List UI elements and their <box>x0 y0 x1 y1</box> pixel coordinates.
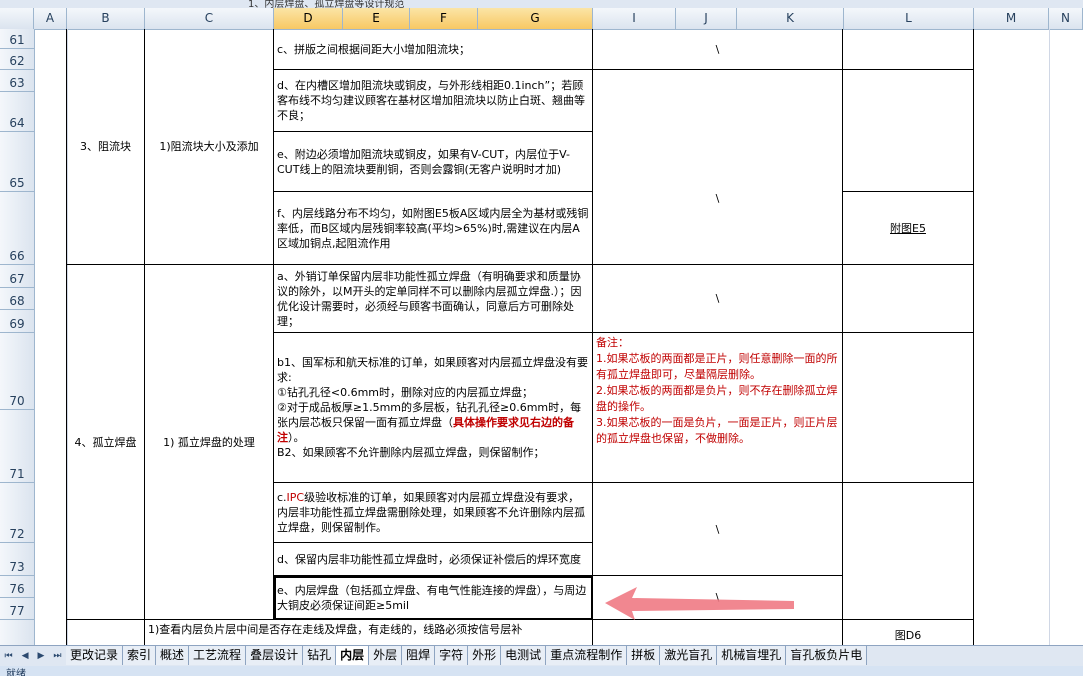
sheet-tab[interactable]: 电测试 <box>501 646 547 665</box>
cell-i-61[interactable]: \ <box>593 29 843 70</box>
column-header-bar: A B C D E F G I J K L M N <box>0 8 1083 30</box>
cell-i-63[interactable] <box>593 70 843 132</box>
row-header-76[interactable]: 76 <box>0 576 34 598</box>
rule-c2-ipc: IPC <box>286 491 305 504</box>
column-header-a[interactable]: A <box>34 8 67 29</box>
cell-d-rule-b1[interactable]: b1、国军标和航天标准的订单，如果顾客对内层孤立焊盘没有要求: ①钻孔孔径<0.… <box>274 333 593 483</box>
row-header-63[interactable]: 63 <box>0 70 34 92</box>
column-header-d[interactable]: D <box>274 8 343 29</box>
sheet-tab-active[interactable]: 内层 <box>336 646 370 665</box>
cell-i-note[interactable]: 备注： 1.如果芯板的两面都是正片，则任意删除一面的所有孤立焊盘即可，尽量隔层删… <box>593 333 843 483</box>
cell-l-next[interactable]: 图D6 <box>843 620 974 645</box>
cell-l-63[interactable] <box>843 70 974 192</box>
sheet-tab[interactable]: 外层 <box>369 646 403 665</box>
status-bar: 就绪 <box>0 666 1083 676</box>
sheet-tab[interactable]: 钻孔 <box>303 646 337 665</box>
rule-b1-part2: ）。 B2、如果顾客不允许删除内层孤立焊盘，则保留制作； <box>277 431 545 459</box>
sheet-tab[interactable]: 外形 <box>468 646 502 665</box>
cell-b-isolated-pad[interactable]: 4、孤立焊盘 <box>67 265 145 620</box>
tab-nav-buttons: ⏮ ◀ ▶ ⏭ <box>0 646 66 666</box>
column-header-b[interactable]: B <box>67 8 145 29</box>
arrow-shape <box>605 587 794 620</box>
row-header-61[interactable]: 61 <box>0 29 34 49</box>
row-header-69[interactable]: 69 <box>0 310 34 333</box>
column-header-n[interactable]: N <box>1049 8 1083 29</box>
cell-l-figure-e5[interactable]: 附图E5 <box>843 192 974 265</box>
column-header-m[interactable]: M <box>974 8 1049 29</box>
cell-d-rule-a[interactable]: a、外销订单保留内层非功能性孤立焊盘（有明确要求和质量协议的除外，以M开头的定单… <box>274 265 593 333</box>
cell-d-rule-c[interactable]: c、拼版之间根据间距大小增加阻流块； <box>274 29 593 70</box>
sheet-tab[interactable]: 字符 <box>435 646 469 665</box>
sheet-tab[interactable]: 重点流程制作 <box>546 646 628 665</box>
sheet-tab[interactable]: 盲孔板负片电 <box>786 646 868 665</box>
sheet-tab[interactable]: 索引 <box>123 646 157 665</box>
cell-i-72[interactable]: \ <box>593 483 843 576</box>
row-header-68[interactable]: 68 <box>0 288 34 310</box>
sheet-tab[interactable]: 概述 <box>156 646 190 665</box>
annotation-arrow <box>605 587 794 620</box>
sheet-tabs: 更改记录 索引 概述 工艺流程 叠层设计 钻孔 内层 外层 阻焊 字符 外形 电… <box>66 646 868 666</box>
sheet-tab[interactable]: 激光盲孔 <box>660 646 718 665</box>
column-header-k[interactable]: K <box>737 8 844 29</box>
row-header-73[interactable]: 73 <box>0 543 34 576</box>
cell-l-61[interactable] <box>843 29 974 70</box>
cell-d-rule-e2-selected[interactable]: e、内层焊盘（包括孤立焊盘、有电气性能连接的焊盘），与周边大铜皮必须保证间距≥5… <box>274 576 593 620</box>
cell-d-rule-d[interactable]: d、在内槽区增加阻流块或铜皮，与外形线相距0.1inch”；若顾客布线不均匀建议… <box>274 70 593 132</box>
row-header-77[interactable]: 77 <box>0 598 34 620</box>
cell-b-next[interactable] <box>67 620 145 645</box>
rule-b1-text: b1、国军标和航天标准的订单，如果顾客对内层孤立焊盘没有要求: ①钻孔孔径<0.… <box>277 355 589 460</box>
cell-b-flow-block[interactable]: 3、阻流块 <box>67 29 145 265</box>
column-header-i[interactable]: I <box>593 8 676 29</box>
column-a-blank <box>34 29 67 645</box>
column-header-j[interactable]: J <box>676 8 737 29</box>
cell-c-isolated-pad[interactable]: 1) 孤立焊盘的处理 <box>145 265 274 620</box>
column-header-f[interactable]: F <box>410 8 478 29</box>
row-header-62[interactable]: 62 <box>0 49 34 70</box>
cell-l-67[interactable] <box>843 265 974 333</box>
cell-d-rule-f[interactable]: f、内层线路分布不均匀，如附图E5板A区域内层全为基材或残铜率低，而B区域内层残… <box>274 192 593 265</box>
row-header-67[interactable]: 67 <box>0 265 34 288</box>
gridline <box>1049 29 1050 645</box>
sheet-tab[interactable]: 更改记录 <box>66 646 124 665</box>
first-sheet-icon[interactable]: ⏮ <box>4 651 12 661</box>
cell-d-rule-d2[interactable]: d、保留内层非功能性孤立焊盘时，必须保证补偿后的焊环宽度 <box>274 543 593 576</box>
row-header-next[interactable] <box>0 620 34 645</box>
select-all-corner[interactable] <box>0 8 34 29</box>
sheet-tab[interactable]: 机械盲埋孔 <box>717 646 787 665</box>
sheet-tab[interactable]: 叠层设计 <box>246 646 304 665</box>
sheet-tab-bar: ⏮ ◀ ▶ ⏭ 更改记录 索引 概述 工艺流程 叠层设计 钻孔 内层 外层 阻焊… <box>0 645 1083 666</box>
row-header-64[interactable]: 64 <box>0 92 34 132</box>
cell-l-70[interactable] <box>843 333 974 483</box>
rule-c2-prefix: c. <box>277 491 287 504</box>
prev-sheet-icon[interactable]: ◀ <box>22 651 29 661</box>
cell-c-flow-block[interactable]: 1)阻流块大小及添加 <box>145 29 274 265</box>
row-header-72[interactable]: 72 <box>0 483 34 543</box>
row-header-65[interactable]: 65 <box>0 132 34 192</box>
cell-l-72[interactable] <box>843 483 974 620</box>
worksheet-grid[interactable]: 3、阻流块 1)阻流块大小及添加 c、拼版之间根据间距大小增加阻流块； d、在内… <box>34 29 1083 645</box>
sheet-tab[interactable]: 拼板 <box>627 646 661 665</box>
status-text: 就绪 <box>6 669 26 676</box>
column-header-l[interactable]: L <box>844 8 974 29</box>
row-header-bar: 61 62 63 64 65 66 67 68 69 70 71 72 73 7… <box>0 29 35 645</box>
title-bar: 1、内层焊盘、孤立焊盘等设计规范 <box>0 0 1083 8</box>
column-header-e[interactable]: E <box>343 8 410 29</box>
row-header-66[interactable]: 66 <box>0 192 34 265</box>
last-sheet-icon[interactable]: ⏭ <box>53 651 61 661</box>
sheet-tab[interactable]: 工艺流程 <box>189 646 247 665</box>
next-sheet-icon[interactable]: ▶ <box>37 651 44 661</box>
column-header-c[interactable]: C <box>145 8 274 29</box>
cell-i-65[interactable]: \ <box>593 132 843 265</box>
cell-i-67[interactable]: \ <box>593 265 843 333</box>
cell-c-next[interactable]: 1)查看内层负片层中间是否存在走线及焊盘，有走线的，线路必须按信号层补 <box>145 620 593 645</box>
cell-d-rule-e[interactable]: e、附边必须增加阻流块或铜皮，如果有V-CUT，内层位于V-CUT线上的阻流块要… <box>274 132 593 192</box>
row-header-71[interactable]: 71 <box>0 410 34 483</box>
rule-c2-text: c.IPC级验收标准的订单，如果顾客对内层孤立焊盘没有要求，内层非功能性孤立焊盘… <box>277 490 589 535</box>
sheet-tab[interactable]: 阻焊 <box>402 646 436 665</box>
cell-d-rule-c2[interactable]: c.IPC级验收标准的订单，如果顾客对内层孤立焊盘没有要求，内层非功能性孤立焊盘… <box>274 483 593 543</box>
column-header-g[interactable]: G <box>478 8 593 29</box>
row-header-70[interactable]: 70 <box>0 333 34 410</box>
rule-c2-rest: 级验收标准的订单，如果顾客对内层孤立焊盘没有要求，内层非功能性孤立焊盘需删除处理… <box>277 491 585 534</box>
